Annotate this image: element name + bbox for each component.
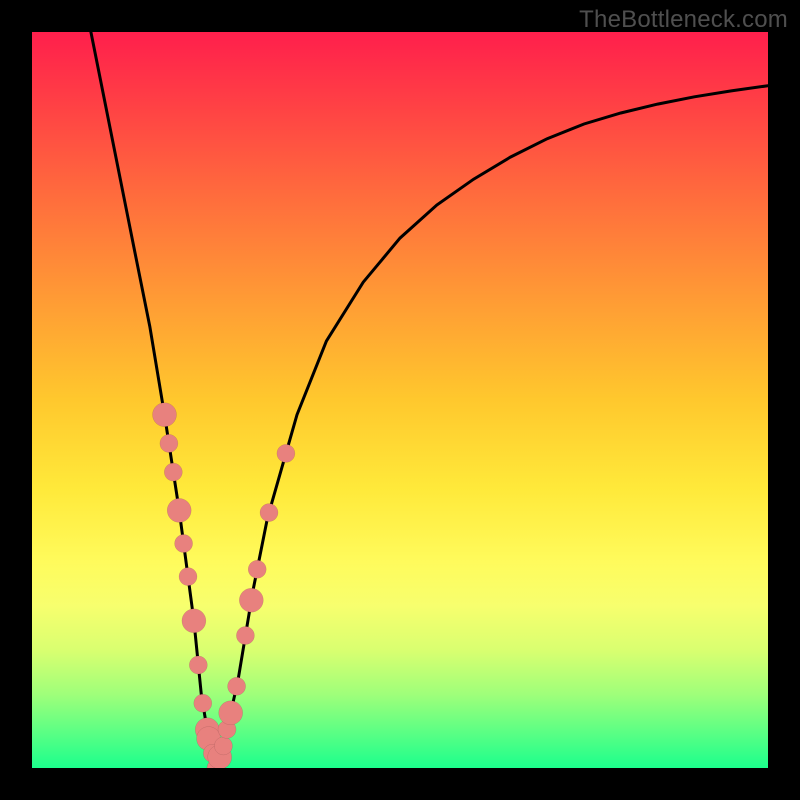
watermark-text: TheBottleneck.com bbox=[579, 6, 788, 34]
bead-cluster-right-dot bbox=[236, 627, 254, 645]
bead-outlier-dot bbox=[277, 444, 295, 462]
bead-cluster-right-dot bbox=[228, 677, 246, 695]
bead-cluster-left-dot bbox=[179, 568, 197, 586]
bead-cluster-left-dot bbox=[160, 434, 178, 452]
bead-cluster-left-dot bbox=[189, 656, 207, 674]
plot-area bbox=[32, 32, 768, 768]
bead-cluster-bottom-dot bbox=[214, 737, 232, 755]
bead-cluster-right-dot bbox=[260, 504, 278, 522]
bead-cluster-left-dot bbox=[164, 463, 182, 481]
bead-cluster-left-dot bbox=[167, 498, 191, 522]
bead-cluster-left-dot bbox=[153, 403, 177, 427]
bead-layer bbox=[153, 403, 295, 768]
bead-cluster-right-dot bbox=[248, 560, 266, 578]
bead-cluster-right-dot bbox=[239, 588, 263, 612]
chart-frame: TheBottleneck.com bbox=[0, 0, 800, 800]
bead-cluster-right-dot bbox=[219, 701, 243, 725]
bottleneck-curve bbox=[91, 32, 768, 768]
bead-cluster-left-dot bbox=[194, 694, 212, 712]
bead-cluster-left-dot bbox=[182, 609, 206, 633]
curve-svg bbox=[32, 32, 768, 768]
bead-cluster-left-dot bbox=[175, 535, 193, 553]
